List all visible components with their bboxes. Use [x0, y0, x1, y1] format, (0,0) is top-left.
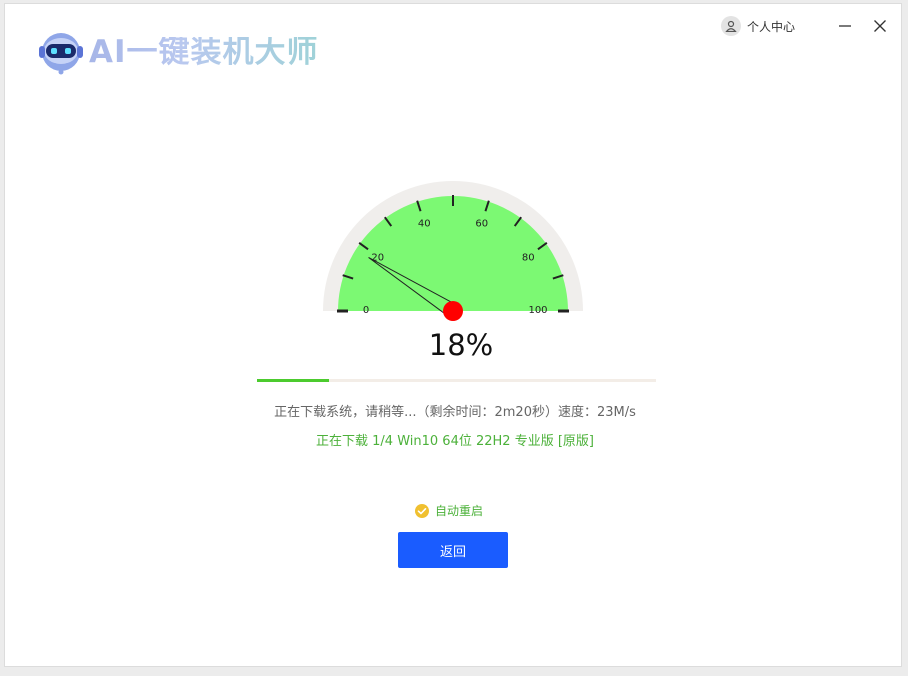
download-status-text: 正在下载系统，请稍等...（剩余时间：2m20秒）速度：23M/s — [274, 405, 636, 420]
auto-restart-label: 自动重启 — [435, 504, 484, 518]
gauge-tick-label: 60 — [475, 219, 488, 230]
gauge-tick-label: 40 — [418, 219, 431, 230]
user-center-link[interactable]: 个人中心 — [721, 16, 795, 36]
robot-mascot-icon — [39, 33, 83, 75]
close-icon — [874, 20, 886, 32]
gauge-tick-label: 100 — [528, 305, 547, 316]
user-icon — [721, 16, 741, 36]
minimize-icon — [839, 25, 851, 27]
progress-percent: 18% — [428, 328, 494, 362]
user-center-label: 个人中心 — [747, 19, 796, 34]
progress-bar-fill — [257, 379, 329, 382]
gauge-needle-hub — [443, 301, 463, 321]
download-item-text: 正在下载 1/4 Win10 64位 22H2 专业版 [原版] — [316, 434, 594, 449]
speed-gauge: 0 20 40 60 80 100 — [323, 181, 583, 321]
gauge-tick-label: 20 — [371, 252, 384, 263]
app-title: AI一键装机大师 — [89, 33, 319, 70]
checkmark-circle-icon — [415, 503, 429, 518]
back-button[interactable]: 返回 — [398, 532, 508, 568]
gauge-tick-label: 0 — [363, 305, 369, 316]
auto-restart-checkbox[interactable]: 自动重启 — [415, 502, 483, 519]
app-logo: AI一键装机大师 — [35, 26, 319, 78]
gauge-tick-label: 80 — [522, 252, 535, 263]
installer-window: AI一键装机大师 个人中心 0 20 40 60 80 100 18% 正在下载系 — [4, 3, 902, 667]
close-button[interactable] — [868, 14, 892, 38]
minimize-button[interactable] — [833, 14, 857, 38]
progress-bar — [257, 379, 656, 382]
